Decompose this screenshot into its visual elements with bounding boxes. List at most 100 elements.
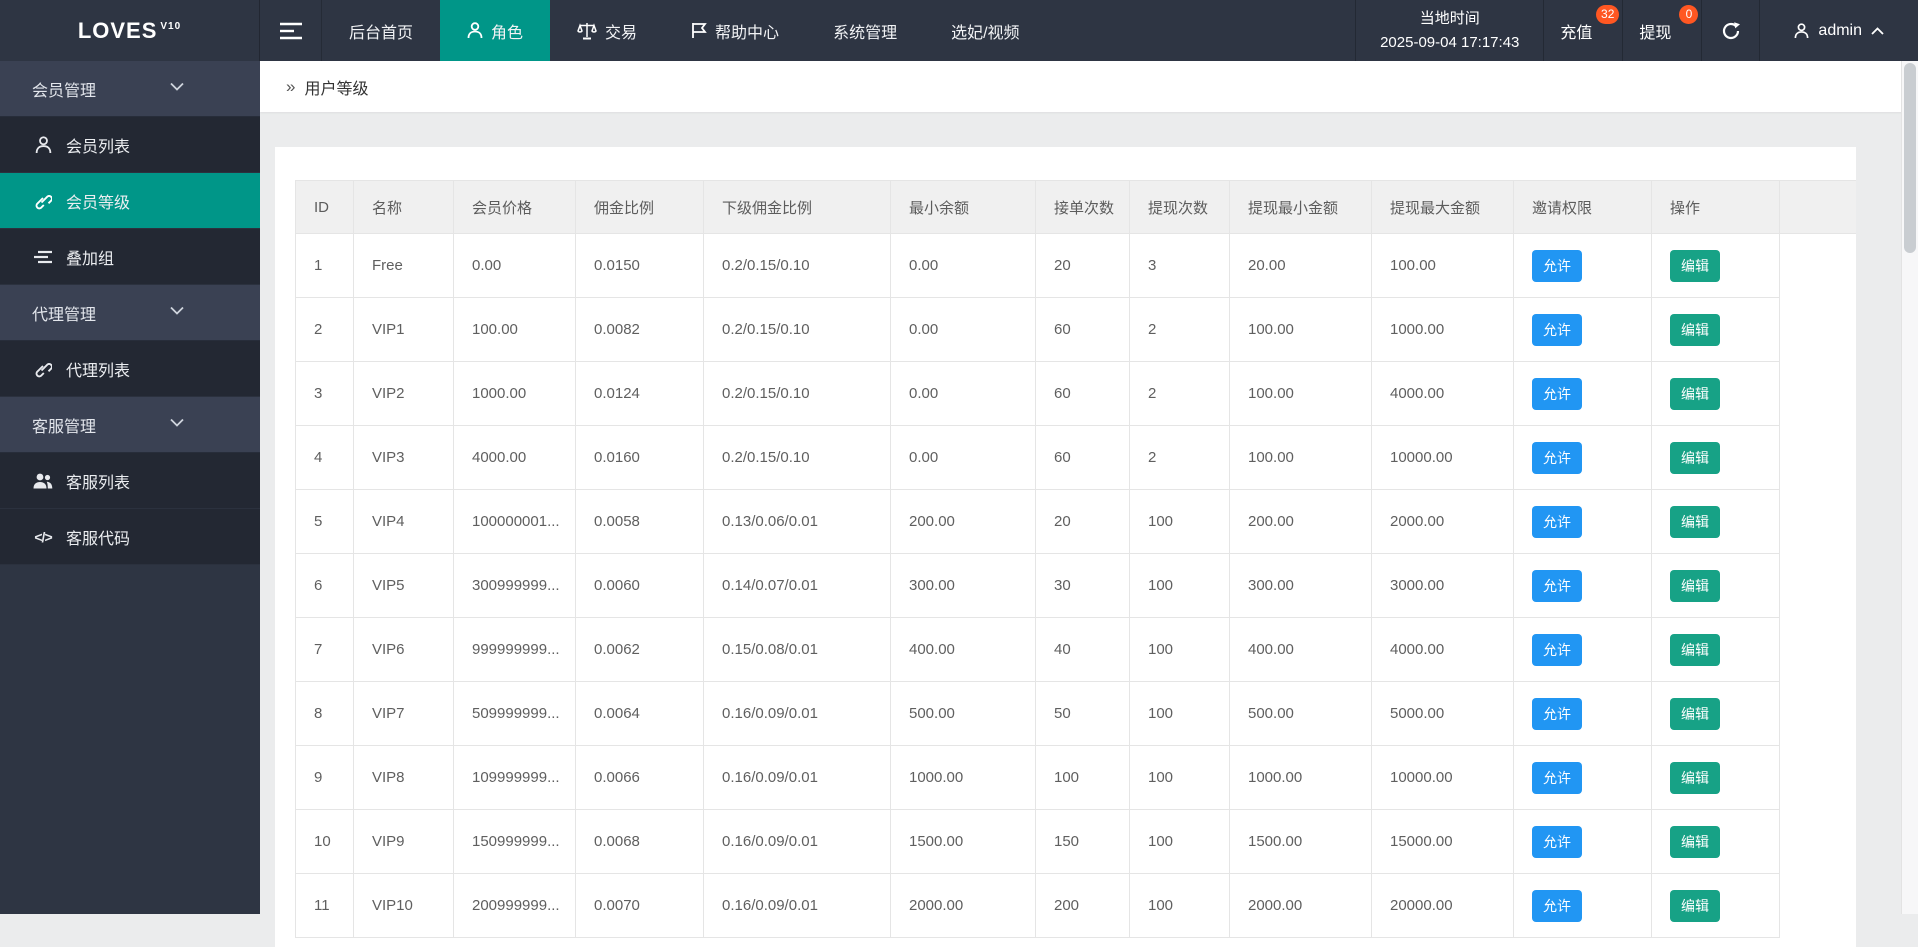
invite-allowed-badge[interactable]: 允许 [1532, 569, 1582, 602]
table-cell: 2 [1129, 297, 1230, 362]
table-cell: 4 [295, 425, 354, 490]
chevron-down-icon [170, 82, 184, 91]
top-navbar: LOVES V10 后台首页 角色 交易 帮助中心 系统管理 选妃/视频 当地时… [0, 0, 1918, 61]
table-cell: VIP1 [353, 297, 454, 362]
invite-permission-cell: 允许 [1513, 489, 1652, 554]
username-label: admin [1818, 21, 1862, 39]
link-icon [33, 360, 53, 378]
invite-allowed-badge[interactable]: 允许 [1532, 249, 1582, 282]
nav-item-system[interactable]: 系统管理 [806, 0, 924, 61]
edit-button[interactable]: 编辑 [1670, 633, 1720, 666]
table-cell: 500.00 [1229, 681, 1372, 746]
invite-allowed-badge[interactable]: 允许 [1532, 761, 1582, 794]
table-cell: 3000.00 [1371, 553, 1514, 618]
sidebar-item-label: 会员列表 [66, 138, 131, 156]
sidebar-group-agent-management[interactable]: 代理管理 [0, 285, 260, 341]
sidebar-item-member-level[interactable]: 会员等级 [0, 173, 260, 229]
recharge-button[interactable]: 充值 32 [1543, 0, 1622, 61]
table-cell: 100 [1129, 681, 1230, 746]
withdraw-button[interactable]: 提现 0 [1622, 0, 1701, 61]
sidebar: 会员管理 会员列表 会员等级 叠加组 代理管理 代理列表 客服管理 客服列表 <… [0, 61, 260, 914]
nav-item-roles[interactable]: 角色 [440, 0, 551, 61]
table-cell: 150 [1035, 809, 1130, 874]
invite-allowed-badge[interactable]: 允许 [1532, 313, 1582, 346]
sidebar-item-label: 会员等级 [66, 194, 131, 212]
flag-icon [691, 22, 707, 39]
edit-button[interactable]: 编辑 [1670, 505, 1720, 538]
table-cell: 1 [295, 233, 354, 298]
invite-allowed-badge[interactable]: 允许 [1532, 889, 1582, 922]
invite-allowed-badge[interactable]: 允许 [1532, 825, 1582, 858]
sidebar-group-service-management[interactable]: 客服管理 [0, 397, 260, 453]
invite-allowed-badge[interactable]: 允许 [1532, 633, 1582, 666]
nav-item-dashboard[interactable]: 后台首页 [322, 0, 440, 61]
edit-button[interactable]: 编辑 [1670, 697, 1720, 730]
operation-cell: 编辑 [1651, 617, 1780, 682]
table-cell: 0.0058 [575, 489, 704, 554]
invite-allowed-badge[interactable]: 允许 [1532, 697, 1582, 730]
sidebar-item-label: 代理列表 [66, 362, 131, 380]
table-card: ID 名称 会员价格 佣金比例 下级佣金比例 最小余额 接单次数 提现次数 提现最小金额 提现最大… [275, 147, 1856, 947]
table-cell: 15000.00 [1371, 809, 1514, 874]
edit-button[interactable]: 编辑 [1670, 249, 1720, 282]
table-cell: 100000001... [453, 489, 576, 554]
sidebar-item-service-list[interactable]: 客服列表 [0, 453, 260, 509]
table-cell: 10000.00 [1371, 425, 1514, 490]
edit-button[interactable]: 编辑 [1670, 377, 1720, 410]
edit-button[interactable]: 编辑 [1670, 761, 1720, 794]
table-cell: 0.0060 [575, 553, 704, 618]
sidebar-group-label: 代理管理 [32, 306, 97, 324]
sidebar-group-member-management[interactable]: 会员管理 [0, 61, 260, 117]
table-row: 9 VIP8 109999999... 0.0066 0.16/0.09/0.01 100… [295, 745, 1856, 810]
nav-item-trade[interactable]: 交易 [550, 0, 664, 61]
table-cell: 0.0062 [575, 617, 704, 682]
table-cell: 8 [295, 681, 354, 746]
hamburger-icon [279, 22, 302, 40]
nav-item-label: 系统管理 [833, 24, 898, 42]
edit-button[interactable]: 编辑 [1670, 441, 1720, 474]
edit-button[interactable]: 编辑 [1670, 569, 1720, 602]
edit-button[interactable]: 编辑 [1670, 825, 1720, 858]
nav-item-label: 角色 [491, 24, 524, 42]
sidebar-item-agent-list[interactable]: 代理列表 [0, 341, 260, 397]
table-cell: VIP7 [353, 681, 454, 746]
refresh-button[interactable] [1701, 0, 1759, 61]
invite-allowed-badge[interactable]: 允许 [1532, 377, 1582, 410]
user-level-table: ID 名称 会员价格 佣金比例 下级佣金比例 最小余额 接单次数 提现次数 提现最小金额 提现最大… [295, 180, 1856, 938]
column-header: 提现次数 [1129, 180, 1230, 234]
filler-cell [1779, 297, 1856, 362]
logo-version: V10 [160, 21, 182, 33]
table-cell: 150999999... [453, 809, 576, 874]
nav-item-video[interactable]: 选妃/视频 [924, 0, 1046, 61]
table-cell: 0.2/0.15/0.10 [703, 361, 891, 426]
table-cell: 0.0064 [575, 681, 704, 746]
column-header-filler [1779, 180, 1856, 234]
sidebar-item-service-code[interactable]: </> 客服代码 [0, 509, 260, 565]
scrollbar-thumb[interactable] [1904, 63, 1916, 253]
table-cell: VIP5 [353, 553, 454, 618]
breadcrumb: » 用户等级 [260, 61, 1918, 112]
column-header: 接单次数 [1035, 180, 1130, 234]
user-menu[interactable]: admin [1759, 0, 1918, 61]
person-icon [33, 135, 53, 154]
vertical-scrollbar[interactable] [1901, 61, 1918, 914]
navbar-right: 当地时间 2025-09-04 17:17:43 充值 32 提现 0 admi… [1355, 0, 1918, 61]
nav-item-label: 后台首页 [349, 24, 414, 42]
nav-item-help-center[interactable]: 帮助中心 [664, 0, 806, 61]
table-cell: 20000.00 [1371, 873, 1514, 938]
sidebar-toggle-button[interactable] [260, 0, 322, 61]
sidebar-item-stack-group[interactable]: 叠加组 [0, 229, 260, 285]
invite-allowed-badge[interactable]: 允许 [1532, 441, 1582, 474]
table-cell: 1500.00 [890, 809, 1036, 874]
sidebar-item-member-list[interactable]: 会员列表 [0, 117, 260, 173]
sidebar-item-label: 叠加组 [66, 250, 115, 268]
table-cell: 999999999... [453, 617, 576, 682]
table-cell: 100 [1129, 873, 1230, 938]
filler-cell [1779, 745, 1856, 810]
edit-button[interactable]: 编辑 [1670, 889, 1720, 922]
edit-button[interactable]: 编辑 [1670, 313, 1720, 346]
table-cell: 100.00 [1229, 361, 1372, 426]
table-cell: 2 [1129, 425, 1230, 490]
invite-allowed-badge[interactable]: 允许 [1532, 505, 1582, 538]
invite-permission-cell: 允许 [1513, 297, 1652, 362]
